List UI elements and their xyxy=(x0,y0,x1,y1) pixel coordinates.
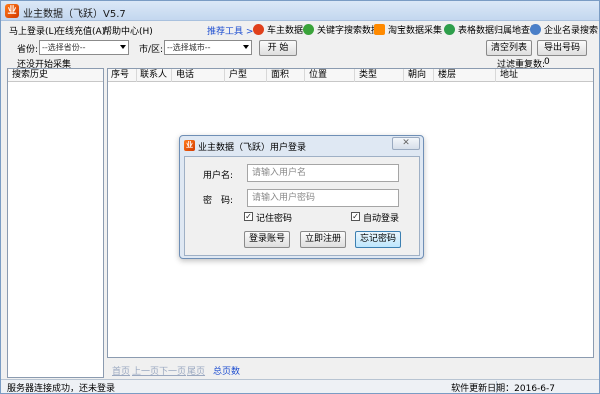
window-title: 业主数据（飞跃）V5.7 xyxy=(23,9,126,20)
column-header-type[interactable]: 类型 xyxy=(359,70,377,81)
pager-total-pages: 总页数 xyxy=(213,367,241,377)
column-header-floor[interactable]: 楼层 xyxy=(438,70,456,81)
status-bar: 服务器连接成功，还未登录 软件更新日期：2016-6-7 xyxy=(1,379,599,393)
column-divider xyxy=(403,69,404,82)
city-label: 市/区: xyxy=(139,45,164,55)
enterprise-search-icon xyxy=(530,24,541,35)
remember-password-label[interactable]: 记住密码 xyxy=(256,211,292,224)
app-logo-icon: 业 xyxy=(5,4,19,18)
column-divider xyxy=(266,69,267,82)
column-divider xyxy=(224,69,225,82)
tool-label: 淘宝数据采集 xyxy=(388,26,443,36)
remember-password-checkbox[interactable]: ✓ xyxy=(244,212,253,221)
search-history-panel[interactable]: 搜索历史 xyxy=(7,68,104,378)
tool-label: 企业名录搜索 xyxy=(544,26,599,36)
grid-header: 序号 联系人 电话 户型 面积 位置 类型 朝向 楼层 地址 xyxy=(108,69,593,82)
connection-status: 服务器连接成功，还未登录 xyxy=(7,384,116,394)
password-input[interactable]: 请输入用户密码 xyxy=(247,189,399,207)
auto-login-checkbox[interactable]: ✓ xyxy=(351,212,360,221)
pager-first[interactable]: 首页 xyxy=(112,364,130,377)
tool-label: 车主数据 xyxy=(267,26,304,36)
tool-label: 关键字搜索数据 xyxy=(317,26,381,36)
province-select-value: --选择省份-- xyxy=(42,43,86,52)
menu-bar: 马上登录(L) 在线充值(A) 帮助中心(H) 推荐工具 >> 车主数据 关键字… xyxy=(1,21,599,38)
update-date: 软件更新日期：2016-6-7 xyxy=(451,384,555,394)
login-dialog: 业 业主数据（飞跃）用户登录 ✕ 用户名: 请输入用户名 密 码: 请输入用户密… xyxy=(179,135,424,259)
tool-car-data[interactable]: 车主数据 xyxy=(253,23,303,36)
clear-list-button[interactable]: 清空列表 xyxy=(486,40,532,56)
menu-item-recharge[interactable]: 在线充值(A) xyxy=(56,24,105,37)
forgot-password-button[interactable]: 忘记密码 xyxy=(355,231,401,248)
register-button[interactable]: 立即注册 xyxy=(300,231,346,248)
car-data-icon xyxy=(253,24,264,35)
column-header-area[interactable]: 面积 xyxy=(271,70,289,81)
pager-last[interactable]: 尾页 xyxy=(187,364,205,377)
keyword-search-icon xyxy=(303,24,314,35)
search-history-header: 搜索历史 xyxy=(8,69,103,82)
column-divider xyxy=(171,69,172,82)
auto-login-label[interactable]: 自动登录 xyxy=(363,211,399,224)
title-bar[interactable]: 业 业主数据（飞跃）V5.7 xyxy=(1,1,599,21)
table-location-icon xyxy=(444,24,455,35)
province-label: 省份: xyxy=(17,45,39,55)
tool-table-location[interactable]: 表格数据归属地查询 xyxy=(444,23,539,36)
tool-enterprise-search[interactable]: 企业名录搜索 xyxy=(530,23,598,36)
login-button[interactable]: 登录账号 xyxy=(244,231,290,248)
column-header-location[interactable]: 位置 xyxy=(309,70,327,81)
column-divider xyxy=(354,69,355,82)
city-select[interactable]: --选择城市-- xyxy=(164,40,252,55)
login-dialog-title: 业主数据（飞跃）用户登录 xyxy=(198,143,307,153)
menu-item-help[interactable]: 帮助中心(H) xyxy=(103,24,153,37)
filter-bar: 省份: --选择省份-- 市/区: --选择城市-- 开 始 清空列表 导出号码 xyxy=(1,39,599,57)
column-header-layout[interactable]: 户型 xyxy=(229,70,247,81)
dialog-close-button[interactable]: ✕ xyxy=(392,137,420,150)
taobao-icon xyxy=(374,24,385,35)
pager-prev[interactable]: 上一页 xyxy=(132,364,159,377)
city-select-value: --选择城市-- xyxy=(167,43,211,52)
column-header-phone[interactable]: 电话 xyxy=(176,70,194,81)
login-form: 用户名: 请输入用户名 密 码: 请输入用户密码 ✓ 记住密码 ✓ 自动登录 登… xyxy=(184,156,420,256)
menu-item-login[interactable]: 马上登录(L) xyxy=(9,24,57,37)
start-button[interactable]: 开 始 xyxy=(259,40,297,56)
column-header-orientation[interactable]: 朝向 xyxy=(408,70,426,81)
password-label: 密 码: xyxy=(203,196,234,206)
column-divider xyxy=(433,69,434,82)
column-divider xyxy=(136,69,137,82)
tool-label: 表格数据归属地查询 xyxy=(458,26,540,36)
export-numbers-button[interactable]: 导出号码 xyxy=(537,40,587,56)
app-logo-icon: 业 xyxy=(184,140,195,151)
chevron-down-icon xyxy=(120,45,126,49)
column-header-address[interactable]: 地址 xyxy=(500,70,518,81)
column-header-contact[interactable]: 联系人 xyxy=(140,70,167,81)
main-window: 业 业主数据（飞跃）V5.7 马上登录(L) 在线充值(A) 帮助中心(H) 推… xyxy=(0,0,600,394)
column-divider xyxy=(495,69,496,82)
username-label: 用户名: xyxy=(203,171,234,181)
dedupe-count: 0 xyxy=(544,57,550,67)
province-select[interactable]: --选择省份-- xyxy=(39,40,129,55)
column-header-index[interactable]: 序号 xyxy=(111,70,129,81)
username-input[interactable]: 请输入用户名 xyxy=(247,164,399,182)
tool-keyword-search[interactable]: 关键字搜索数据 xyxy=(303,23,380,36)
column-divider xyxy=(304,69,305,82)
pager-next[interactable]: 下一页 xyxy=(159,364,186,377)
tool-taobao[interactable]: 淘宝数据采集 xyxy=(374,23,442,36)
chevron-down-icon xyxy=(243,45,249,49)
